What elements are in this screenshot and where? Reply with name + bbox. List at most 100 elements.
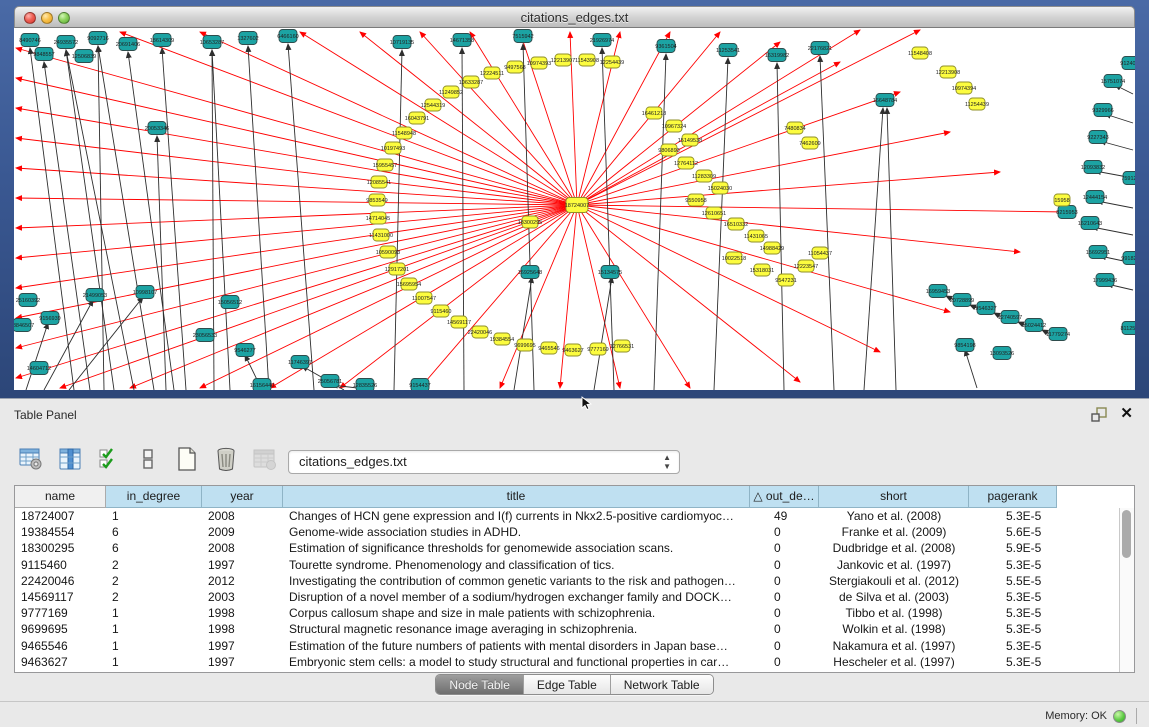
graph-node[interactable]: 16925648 [518, 266, 542, 279]
graph-node[interactable]: 12506839 [72, 50, 96, 63]
table-selector-dropdown[interactable]: citations_edges.txt ▲▼ [288, 450, 680, 474]
graph-node[interactable]: 8490746 [19, 34, 40, 47]
graph-node[interactable]: 11779274 [1046, 328, 1070, 341]
graph-node[interactable]: 14671358 [450, 34, 474, 47]
new-file-icon[interactable] [172, 444, 202, 474]
table-row[interactable]: 977716911998Corpus callosum shape and si… [15, 605, 1119, 621]
graph-node[interactable]: 15695954 [397, 278, 421, 290]
graph-node[interactable]: 11249852 [439, 86, 463, 98]
graph-node[interactable]: 9546327 [975, 302, 996, 315]
graph-node[interactable]: 15958 [1054, 194, 1070, 206]
citation-edge-red[interactable] [577, 30, 860, 205]
citation-edge-red[interactable] [577, 172, 1000, 205]
select-rows-check-icon[interactable] [94, 444, 124, 474]
graph-node[interactable]: 9853549 [366, 194, 387, 206]
graph-node[interactable]: 15149538 [678, 134, 702, 146]
column-header-pagerank[interactable]: pagerank [969, 486, 1057, 508]
column-header-out-degree[interactable]: △ out_de… [750, 486, 819, 508]
citation-edge[interactable] [514, 277, 532, 390]
graph-node[interactable]: 13093526 [990, 347, 1014, 360]
graph-node[interactable]: 12917201 [385, 263, 409, 275]
tab-node-table[interactable]: Node Table [436, 675, 523, 694]
graph-node[interactable]: 11431000 [369, 229, 393, 241]
graph-node[interactable]: 15024030 [708, 182, 732, 194]
graph-node[interactable]: 16319982 [765, 49, 789, 62]
graph-node[interactable]: 9546277 [234, 344, 255, 357]
graph-node[interactable]: 12213908 [936, 66, 960, 78]
graph-node[interactable]: 14604712 [27, 362, 51, 375]
graph-node[interactable]: 17999436 [1093, 274, 1117, 287]
scrollbar-thumb[interactable] [1122, 510, 1131, 558]
graph-node[interactable]: 16959453 [926, 285, 950, 298]
show-column-icon[interactable] [55, 444, 85, 474]
citation-edge-red[interactable] [577, 92, 900, 205]
citation-edge[interactable] [820, 56, 834, 390]
column-header-title[interactable]: title [283, 486, 750, 508]
graph-node[interactable]: 12835526 [353, 379, 377, 391]
graph-node[interactable]: 7515942 [512, 30, 533, 43]
graph-node[interactable]: 18846507 [14, 319, 34, 332]
graph-node[interactable]: 12610651 [702, 207, 726, 219]
graph-node[interactable]: 19384554 [490, 333, 514, 345]
graph-node[interactable]: 9361504 [655, 40, 676, 53]
graph-node[interactable]: 10998107 [133, 286, 157, 299]
citation-edge-red[interactable] [16, 205, 577, 258]
graph-node[interactable]: 9806893 [658, 144, 679, 156]
table-row[interactable]: 946554611997Estimation of the future num… [15, 638, 1119, 654]
table-row[interactable]: 1830029562008Estimation of significance … [15, 540, 1119, 556]
graph-node[interactable]: 15955457 [373, 159, 397, 171]
window-titlebar[interactable]: citations_edges.txt [14, 6, 1135, 28]
graph-node[interactable]: 9092716 [87, 32, 108, 45]
graph-node[interactable]: 10197493 [381, 142, 405, 154]
graph-node[interactable]: 10022518 [722, 252, 746, 264]
graph-node[interactable]: 11548948 [392, 127, 416, 139]
table-row[interactable]: 911546021997Tourette syndrome. Phenomeno… [15, 557, 1119, 573]
citation-edge[interactable] [887, 108, 896, 390]
table-scrollbar[interactable] [1119, 508, 1134, 672]
graph-node[interactable]: 10590093 [376, 246, 400, 258]
graph-node[interactable]: 18724007 [565, 198, 589, 213]
graph-node[interactable]: 9777169 [587, 343, 608, 355]
citation-edge-red[interactable] [577, 132, 950, 205]
graph-node[interactable]: 16510332 [724, 218, 748, 230]
citation-edge-red[interactable] [500, 205, 577, 388]
graph-node[interactable]: 7462609 [799, 137, 820, 149]
graph-node[interactable]: 9854198 [954, 339, 975, 352]
column-header-year[interactable]: year [202, 486, 283, 508]
graph-node[interactable]: 10967324 [662, 120, 686, 132]
citation-edge[interactable] [394, 50, 402, 390]
graph-node[interactable]: 15024412 [1022, 319, 1046, 332]
graph-node[interactable]: 7480834 [784, 122, 805, 134]
graph-node[interactable]: 11746397 [288, 356, 312, 369]
graph-node[interactable]: 16043791 [405, 112, 429, 124]
column-header-short[interactable]: short [819, 486, 969, 508]
graph-node[interactable]: 10719135 [390, 36, 414, 49]
graph-node[interactable]: 9918272 [1121, 252, 1135, 265]
tab-network-table[interactable]: Network Table [610, 675, 713, 694]
graph-node[interactable]: 12224511 [480, 67, 504, 79]
table-row[interactable]: 1872400712008Changes of HCN gene express… [15, 508, 1119, 524]
graph-node[interactable]: 9154437 [409, 379, 430, 391]
citation-edge-red[interactable] [560, 205, 577, 388]
graph-node[interactable]: 11431065 [744, 230, 768, 242]
graph-node[interactable]: 10653287 [200, 36, 224, 49]
citation-edge-red[interactable] [577, 205, 1020, 252]
table-row[interactable]: 1938455462009Genome-wide association stu… [15, 524, 1119, 540]
graph-node[interactable]: 16156440 [250, 379, 274, 391]
graph-node[interactable]: 18614309 [150, 34, 174, 47]
graph-node[interactable]: 1327602 [237, 32, 258, 45]
graph-node[interactable]: 18300295 [518, 216, 542, 228]
graph-node[interactable]: 22176821 [808, 42, 832, 55]
citation-edge[interactable] [69, 297, 143, 390]
graph-node[interactable]: 15318031 [750, 264, 774, 276]
graph-node[interactable]: 14569117 [447, 316, 471, 328]
graph-node[interactable]: 11253541 [716, 44, 740, 57]
graph-node[interactable]: 15134575 [598, 266, 622, 279]
graph-node[interactable]: 7591200 [1121, 172, 1135, 185]
citation-edge-red[interactable] [16, 205, 577, 288]
table-row[interactable]: 1456911722003Disruption of a novel membe… [15, 589, 1119, 605]
citation-edge-red[interactable] [577, 205, 1067, 212]
citation-edge[interactable] [162, 48, 186, 390]
graph-node[interactable]: 12764112 [674, 157, 698, 169]
graph-node[interactable]: 9124031 [1120, 57, 1135, 70]
